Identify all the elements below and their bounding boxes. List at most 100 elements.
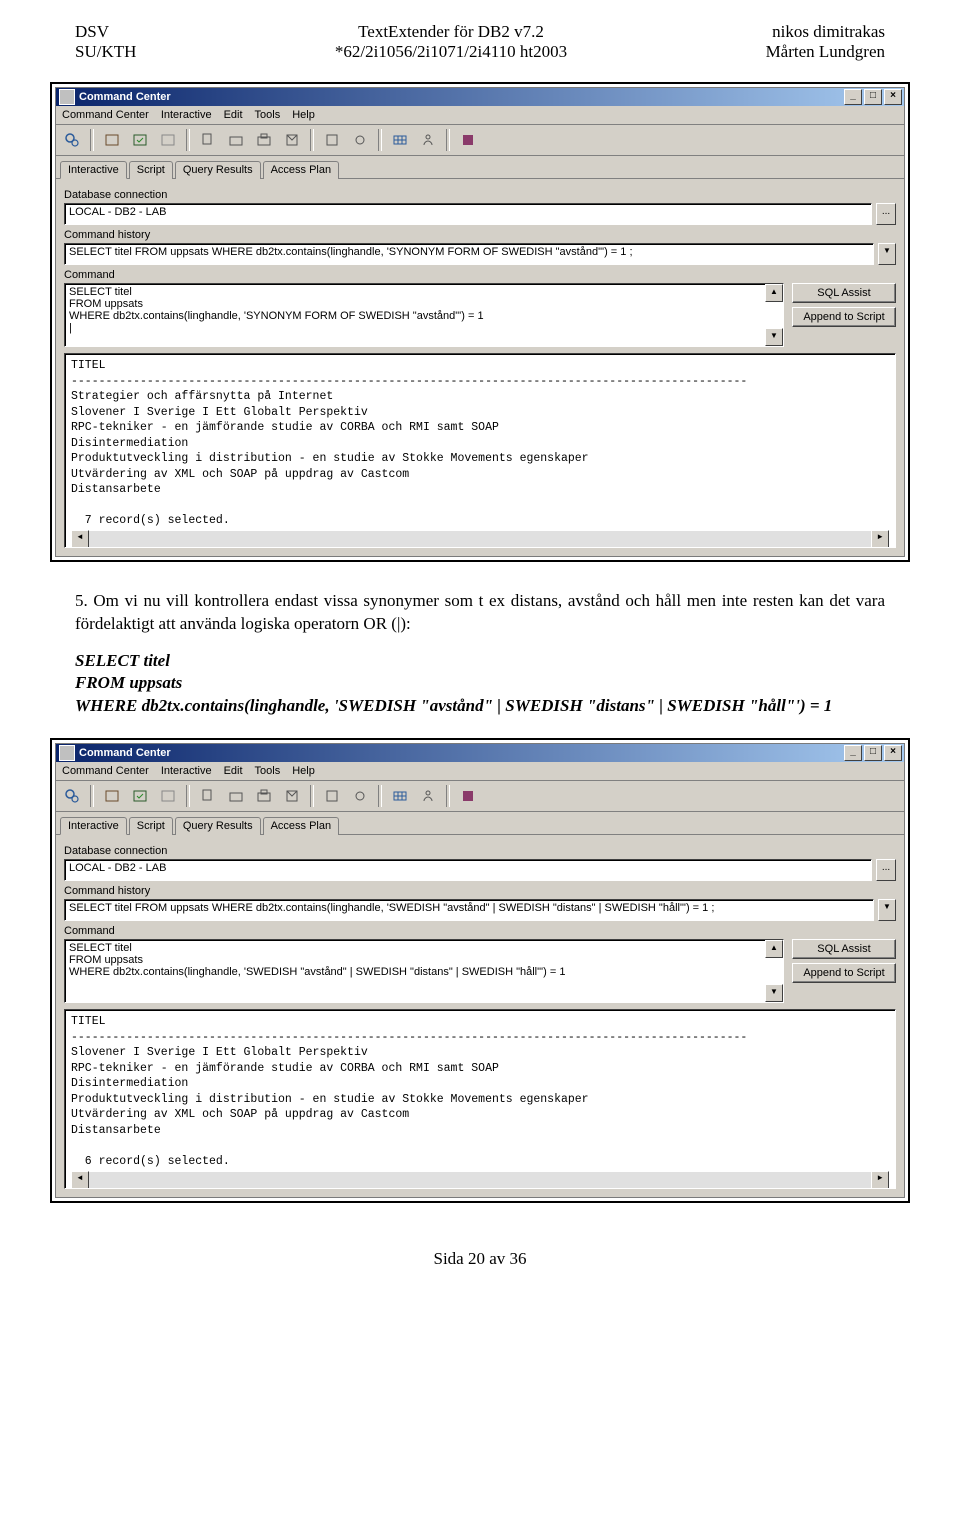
tool-icon[interactable] bbox=[320, 128, 344, 152]
header-right-2: Mårten Lundgren bbox=[766, 42, 885, 62]
dropdown-icon[interactable]: ▼ bbox=[878, 243, 896, 265]
tool-icon[interactable] bbox=[156, 128, 180, 152]
menu-item[interactable]: Help bbox=[292, 765, 315, 777]
window-title: Command Center bbox=[79, 747, 171, 759]
tool-icon[interactable] bbox=[252, 784, 276, 808]
tabbar: Interactive Script Query Results Access … bbox=[56, 156, 904, 179]
header-center-2: *62/2i1056/2i1071/2i4110 ht2003 bbox=[335, 42, 567, 62]
tab-query-results[interactable]: Query Results bbox=[175, 817, 261, 835]
tool-icon[interactable] bbox=[388, 784, 412, 808]
form-area: Database connection LOCAL - DB2 - LAB ..… bbox=[56, 835, 904, 1196]
tab-access-plan[interactable]: Access Plan bbox=[263, 817, 340, 835]
tool-icon[interactable] bbox=[128, 784, 152, 808]
sql-line: SELECT titel bbox=[75, 650, 885, 673]
window-title: Command Center bbox=[79, 91, 171, 103]
h-scrollbar[interactable]: ◄► bbox=[71, 1172, 889, 1188]
form-area: Database connection LOCAL - DB2 - LAB ..… bbox=[56, 179, 904, 556]
browse-button[interactable]: ... bbox=[876, 203, 896, 225]
header-center: TextExtender för DB2 v7.2 *62/2i1056/2i1… bbox=[335, 22, 567, 62]
tabbar: Interactive Script Query Results Access … bbox=[56, 812, 904, 835]
scroll-left-icon[interactable]: ◄ bbox=[71, 1171, 89, 1189]
tool-icon[interactable] bbox=[456, 128, 480, 152]
toolbar bbox=[56, 781, 904, 812]
app-icon bbox=[59, 745, 75, 761]
paragraph-5: 5. Om vi nu vill kontrollera endast viss… bbox=[0, 580, 960, 636]
close-button[interactable]: × bbox=[884, 745, 902, 761]
scroll-down-icon[interactable]: ▼ bbox=[765, 328, 783, 346]
scroll-up-icon[interactable]: ▲ bbox=[765, 284, 783, 302]
sql-example: SELECT titel FROM uppsats WHERE db2tx.co… bbox=[0, 636, 960, 729]
window: Command Center _ □ × Command Center Inte… bbox=[55, 743, 905, 1197]
result-output: TITEL ----------------------------------… bbox=[64, 1009, 896, 1188]
menu-item[interactable]: Edit bbox=[224, 109, 243, 121]
tab-query-results[interactable]: Query Results bbox=[175, 161, 261, 179]
close-button[interactable]: × bbox=[884, 89, 902, 105]
command-history-input[interactable]: SELECT titel FROM uppsats WHERE db2tx.co… bbox=[64, 243, 874, 265]
tab-interactive[interactable]: Interactive bbox=[60, 161, 127, 179]
scroll-down-icon[interactable]: ▼ bbox=[765, 984, 783, 1002]
scroll-left-icon[interactable]: ◄ bbox=[71, 530, 89, 548]
gears-icon[interactable] bbox=[60, 128, 84, 152]
tool-icon[interactable] bbox=[416, 128, 440, 152]
screenshot-2: Command Center _ □ × Command Center Inte… bbox=[50, 738, 910, 1202]
append-to-script-button[interactable]: Append to Script bbox=[792, 963, 896, 983]
menu-item[interactable]: Edit bbox=[224, 765, 243, 777]
label-command: Command bbox=[64, 925, 896, 937]
label-db-connection: Database connection bbox=[64, 189, 896, 201]
menu-item[interactable]: Interactive bbox=[161, 109, 212, 121]
tool-icon[interactable] bbox=[196, 128, 220, 152]
menu-item[interactable]: Help bbox=[292, 109, 315, 121]
tool-icon[interactable] bbox=[280, 128, 304, 152]
tab-interactive[interactable]: Interactive bbox=[60, 817, 127, 835]
tab-script[interactable]: Script bbox=[129, 161, 173, 179]
tool-icon[interactable] bbox=[100, 128, 124, 152]
sql-assist-button[interactable]: SQL Assist bbox=[792, 939, 896, 959]
tool-icon[interactable] bbox=[100, 784, 124, 808]
menu-item[interactable]: Command Center bbox=[62, 765, 149, 777]
minimize-button[interactable]: _ bbox=[844, 89, 862, 105]
tool-icon[interactable] bbox=[196, 784, 220, 808]
label-command-history: Command history bbox=[64, 229, 896, 241]
menu-item[interactable]: Tools bbox=[255, 109, 281, 121]
label-command-history: Command history bbox=[64, 885, 896, 897]
db-connection-input[interactable]: LOCAL - DB2 - LAB bbox=[64, 859, 872, 881]
titlebar[interactable]: Command Center _ □ × bbox=[56, 88, 904, 106]
dropdown-icon[interactable]: ▼ bbox=[878, 899, 896, 921]
tool-icon[interactable] bbox=[224, 128, 248, 152]
minimize-button[interactable]: _ bbox=[844, 745, 862, 761]
tool-icon[interactable] bbox=[388, 128, 412, 152]
tool-icon[interactable] bbox=[128, 128, 152, 152]
tool-icon[interactable] bbox=[348, 128, 372, 152]
maximize-button[interactable]: □ bbox=[864, 89, 882, 105]
tool-icon[interactable] bbox=[224, 784, 248, 808]
browse-button[interactable]: ... bbox=[876, 859, 896, 881]
sql-assist-button[interactable]: SQL Assist bbox=[792, 283, 896, 303]
command-history-input[interactable]: SELECT titel FROM uppsats WHERE db2tx.co… bbox=[64, 899, 874, 921]
append-to-script-button[interactable]: Append to Script bbox=[792, 307, 896, 327]
tool-icon[interactable] bbox=[156, 784, 180, 808]
tool-icon[interactable] bbox=[320, 784, 344, 808]
scroll-up-icon[interactable]: ▲ bbox=[765, 940, 783, 958]
tool-icon[interactable] bbox=[416, 784, 440, 808]
scroll-right-icon[interactable]: ► bbox=[871, 1171, 889, 1189]
menu-item[interactable]: Interactive bbox=[161, 765, 212, 777]
h-scrollbar[interactable]: ◄► bbox=[71, 531, 889, 547]
tool-icon[interactable] bbox=[348, 784, 372, 808]
page-footer: Sida 20 av 36 bbox=[0, 1221, 960, 1289]
menu-item[interactable]: Command Center bbox=[62, 109, 149, 121]
tool-icon[interactable] bbox=[252, 128, 276, 152]
gears-icon[interactable] bbox=[60, 784, 84, 808]
titlebar[interactable]: Command Center _ □ × bbox=[56, 744, 904, 762]
tab-script[interactable]: Script bbox=[129, 817, 173, 835]
scroll-right-icon[interactable]: ► bbox=[871, 530, 889, 548]
maximize-button[interactable]: □ bbox=[864, 745, 882, 761]
tool-icon[interactable] bbox=[280, 784, 304, 808]
tab-access-plan[interactable]: Access Plan bbox=[263, 161, 340, 179]
screenshot-1: Command Center _ □ × Command Center Inte… bbox=[50, 82, 910, 562]
menubar: Command Center Interactive Edit Tools He… bbox=[56, 106, 904, 125]
command-textarea[interactable]: SELECT titel FROM uppsats WHERE db2tx.co… bbox=[64, 939, 784, 1003]
db-connection-input[interactable]: LOCAL - DB2 - LAB bbox=[64, 203, 872, 225]
tool-icon[interactable] bbox=[456, 784, 480, 808]
command-textarea[interactable]: SELECT titel FROM uppsats WHERE db2tx.co… bbox=[64, 283, 784, 347]
menu-item[interactable]: Tools bbox=[255, 765, 281, 777]
